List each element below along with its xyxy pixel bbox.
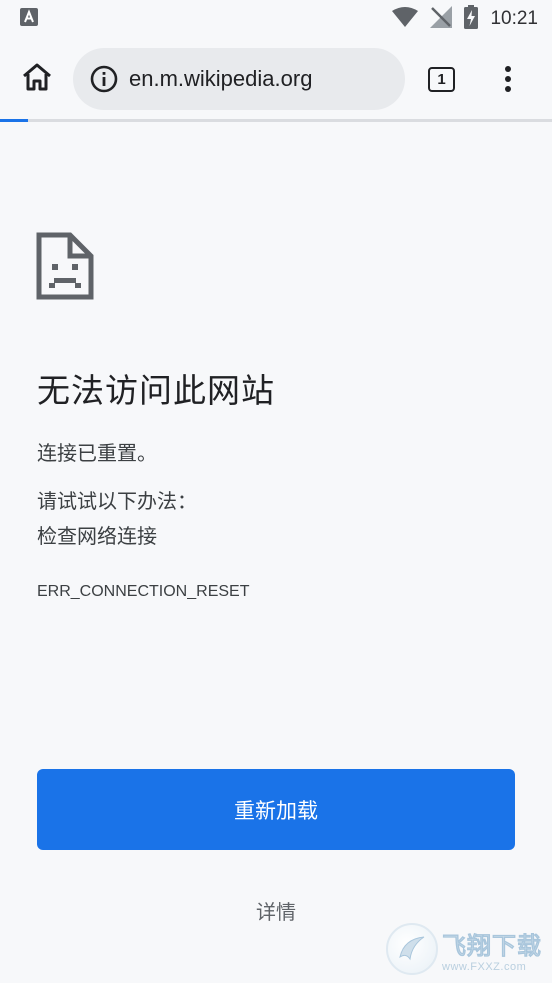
no-signal-icon xyxy=(430,6,453,32)
tab-switcher-button[interactable]: 1 xyxy=(428,67,455,92)
clock: 10:21 xyxy=(490,8,538,29)
suggestions-heading: 请试试以下办法： xyxy=(37,489,197,513)
browser-toolbar: en.m.wikipedia.org 1 xyxy=(0,38,552,120)
status-bar: 10:21 xyxy=(0,0,552,38)
progress-fill xyxy=(0,119,28,122)
home-button[interactable] xyxy=(18,60,56,98)
wifi-icon xyxy=(392,7,419,31)
sad-page-icon xyxy=(36,232,94,300)
details-label[interactable]: 详情 xyxy=(256,900,296,924)
watermark-en: www.FXXZ.com xyxy=(442,960,527,973)
error-title: 无法访问此网站 xyxy=(37,371,275,410)
battery-charging-icon xyxy=(464,5,479,33)
url-text[interactable]: en.m.wikipedia.org xyxy=(129,66,312,92)
progress-bar xyxy=(0,119,552,122)
home-icon xyxy=(21,62,53,96)
error-code: ERR_CONNECTION_RESET xyxy=(37,583,250,600)
watermark-logo-icon xyxy=(386,923,438,975)
info-icon[interactable] xyxy=(89,64,119,94)
url-bar[interactable]: en.m.wikipedia.org xyxy=(73,48,405,110)
error-message: 连接已重置。 xyxy=(37,441,157,465)
watermark-cn: 飞翔下载 xyxy=(442,931,542,960)
more-vert-icon[interactable] xyxy=(496,62,520,96)
suggestion-check-network: 检查网络连接 xyxy=(37,524,157,548)
watermark: 飞翔下载 www.FXXZ.com xyxy=(386,920,546,978)
reload-button[interactable]: 重新加载 xyxy=(37,769,515,850)
a-box-icon xyxy=(20,8,38,30)
